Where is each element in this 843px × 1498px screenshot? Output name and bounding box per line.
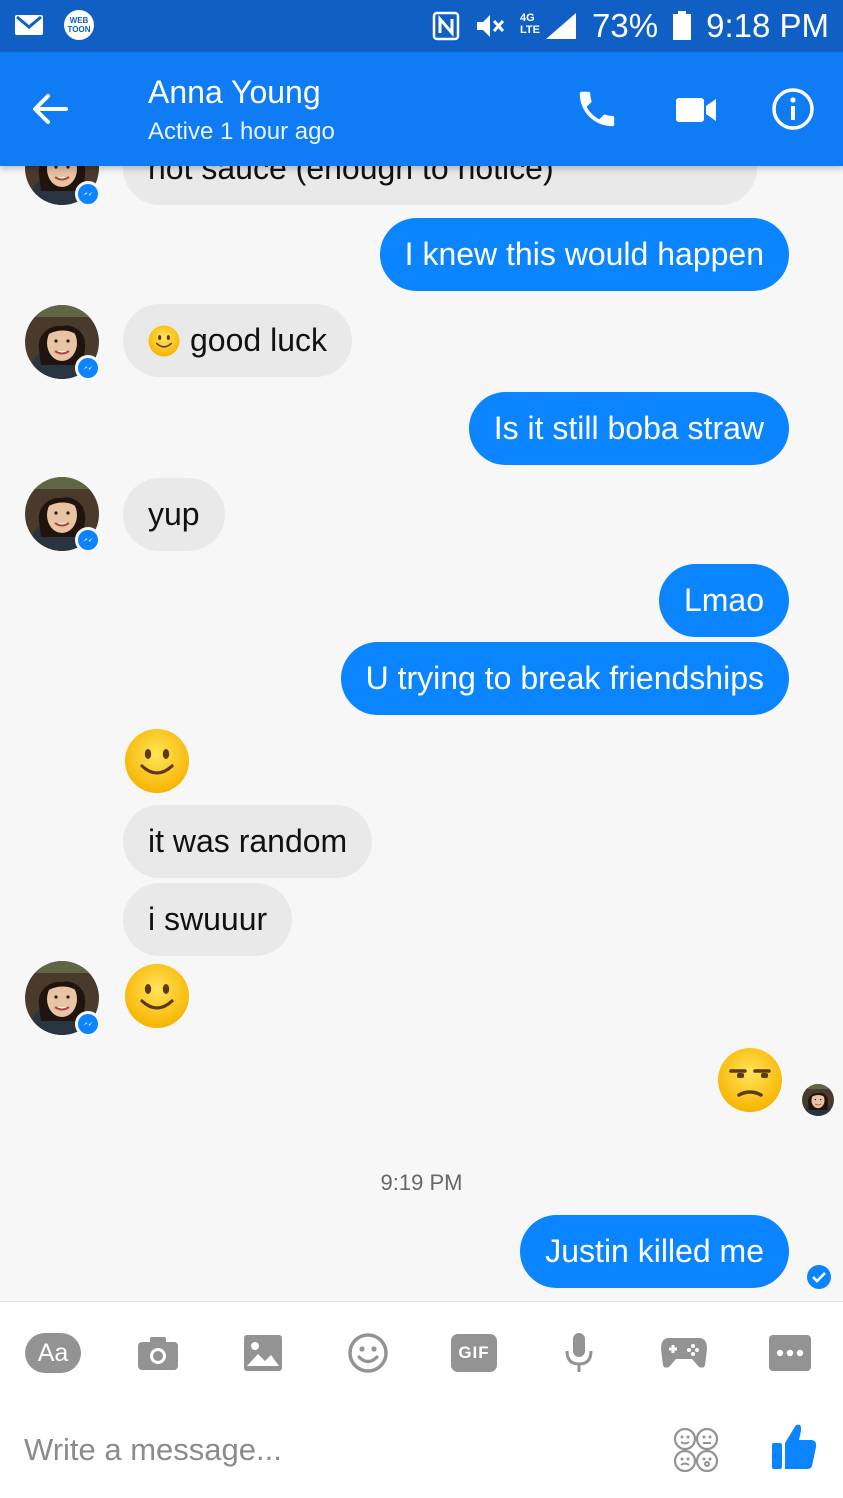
gmail-icon — [14, 13, 44, 37]
info-icon — [772, 88, 814, 130]
composer-toolbar: Aa GIF — [0, 1301, 843, 1401]
messenger-badge-icon — [75, 355, 101, 381]
contact-active-status: Active 1 hour ago — [148, 118, 335, 145]
message-thread[interactable]: hot sauce (enough to notice) I knew this… — [0, 166, 843, 1300]
message-text: good luck — [190, 322, 327, 358]
gif-button[interactable]: GIF — [446, 1330, 502, 1376]
message-bubble-incoming[interactable]: it was random — [123, 805, 373, 878]
message-bubble-incoming[interactable]: i swuuur — [123, 883, 293, 956]
stickers-icon — [673, 1427, 719, 1473]
slight-smile-emoji-icon — [148, 325, 180, 357]
games-button[interactable] — [656, 1330, 712, 1376]
slight-smile-emoji-icon[interactable] — [124, 728, 190, 794]
clock: 9:18 PM — [706, 7, 829, 44]
unamused-emoji-icon[interactable] — [717, 1047, 783, 1113]
network-label: 4G LTE — [520, 12, 540, 36]
camera-icon — [138, 1337, 178, 1370]
more-button[interactable] — [762, 1330, 818, 1376]
gif-icon: GIF — [451, 1334, 497, 1372]
messenger-badge-icon — [75, 181, 101, 207]
muted-icon — [474, 11, 506, 41]
message-bubble-outgoing[interactable]: Justin killed me — [520, 1215, 789, 1288]
conversation-info-button[interactable] — [770, 86, 816, 132]
message-bubble-outgoing[interactable]: I knew this would happen — [379, 218, 789, 291]
camera-button[interactable] — [130, 1330, 186, 1376]
image-icon — [244, 1335, 282, 1371]
contact-name[interactable]: Anna Young — [148, 74, 321, 111]
messenger-badge-icon — [75, 1011, 101, 1037]
message-bubble-incoming[interactable]: hot sauce (enough to notice) — [123, 166, 757, 205]
video-call-button[interactable] — [672, 88, 720, 132]
emoji-button[interactable] — [340, 1330, 396, 1376]
contact-avatar[interactable] — [25, 477, 101, 553]
message-bubble-outgoing[interactable]: Lmao — [658, 564, 789, 637]
status-bar: WEB TOON 4G LTE 73% 9:18 PM — [0, 0, 843, 52]
voice-message-button[interactable] — [551, 1330, 607, 1376]
text-button[interactable]: Aa — [25, 1330, 81, 1376]
message-input[interactable] — [24, 1425, 624, 1475]
thumbs-up-icon — [772, 1424, 817, 1469]
video-camera-icon — [676, 98, 716, 122]
arrow-left-icon — [33, 94, 68, 124]
message-bubble-incoming[interactable]: yup — [123, 478, 225, 551]
conversation-header: Anna Young Active 1 hour ago — [0, 52, 843, 166]
text-icon: Aa — [25, 1333, 81, 1373]
back-button[interactable] — [28, 87, 72, 131]
gallery-button[interactable] — [235, 1330, 291, 1376]
more-icon — [769, 1335, 811, 1371]
message-bubble-incoming[interactable]: good luck — [123, 304, 352, 377]
emoji-icon — [348, 1333, 388, 1373]
voice-call-button[interactable] — [574, 86, 620, 132]
like-button[interactable] — [770, 1421, 818, 1473]
stickers-button[interactable] — [672, 1426, 720, 1474]
message-composer — [0, 1401, 843, 1498]
messenger-badge-icon — [75, 527, 101, 553]
seen-by-avatar — [802, 1084, 834, 1116]
contact-avatar[interactable] — [25, 305, 101, 381]
delivered-check-icon — [807, 1265, 831, 1289]
slight-smile-emoji-icon[interactable] — [124, 963, 190, 1029]
microphone-icon — [565, 1333, 593, 1372]
battery-percent: 73% — [592, 7, 659, 44]
phone-icon — [579, 91, 615, 127]
contact-avatar[interactable] — [25, 166, 101, 207]
webtoon-icon: WEB TOON — [64, 10, 94, 40]
nfc-icon — [432, 11, 460, 41]
battery-icon — [672, 11, 692, 41]
signal-icon: 4G LTE — [520, 10, 578, 42]
game-controller-icon — [661, 1338, 707, 1368]
contact-avatar[interactable] — [25, 961, 101, 1037]
message-bubble-outgoing[interactable]: U trying to break friendships — [340, 642, 789, 715]
message-timestamp: 9:19 PM — [380, 1170, 463, 1195]
message-bubble-outgoing[interactable]: Is it still boba straw — [468, 392, 789, 465]
